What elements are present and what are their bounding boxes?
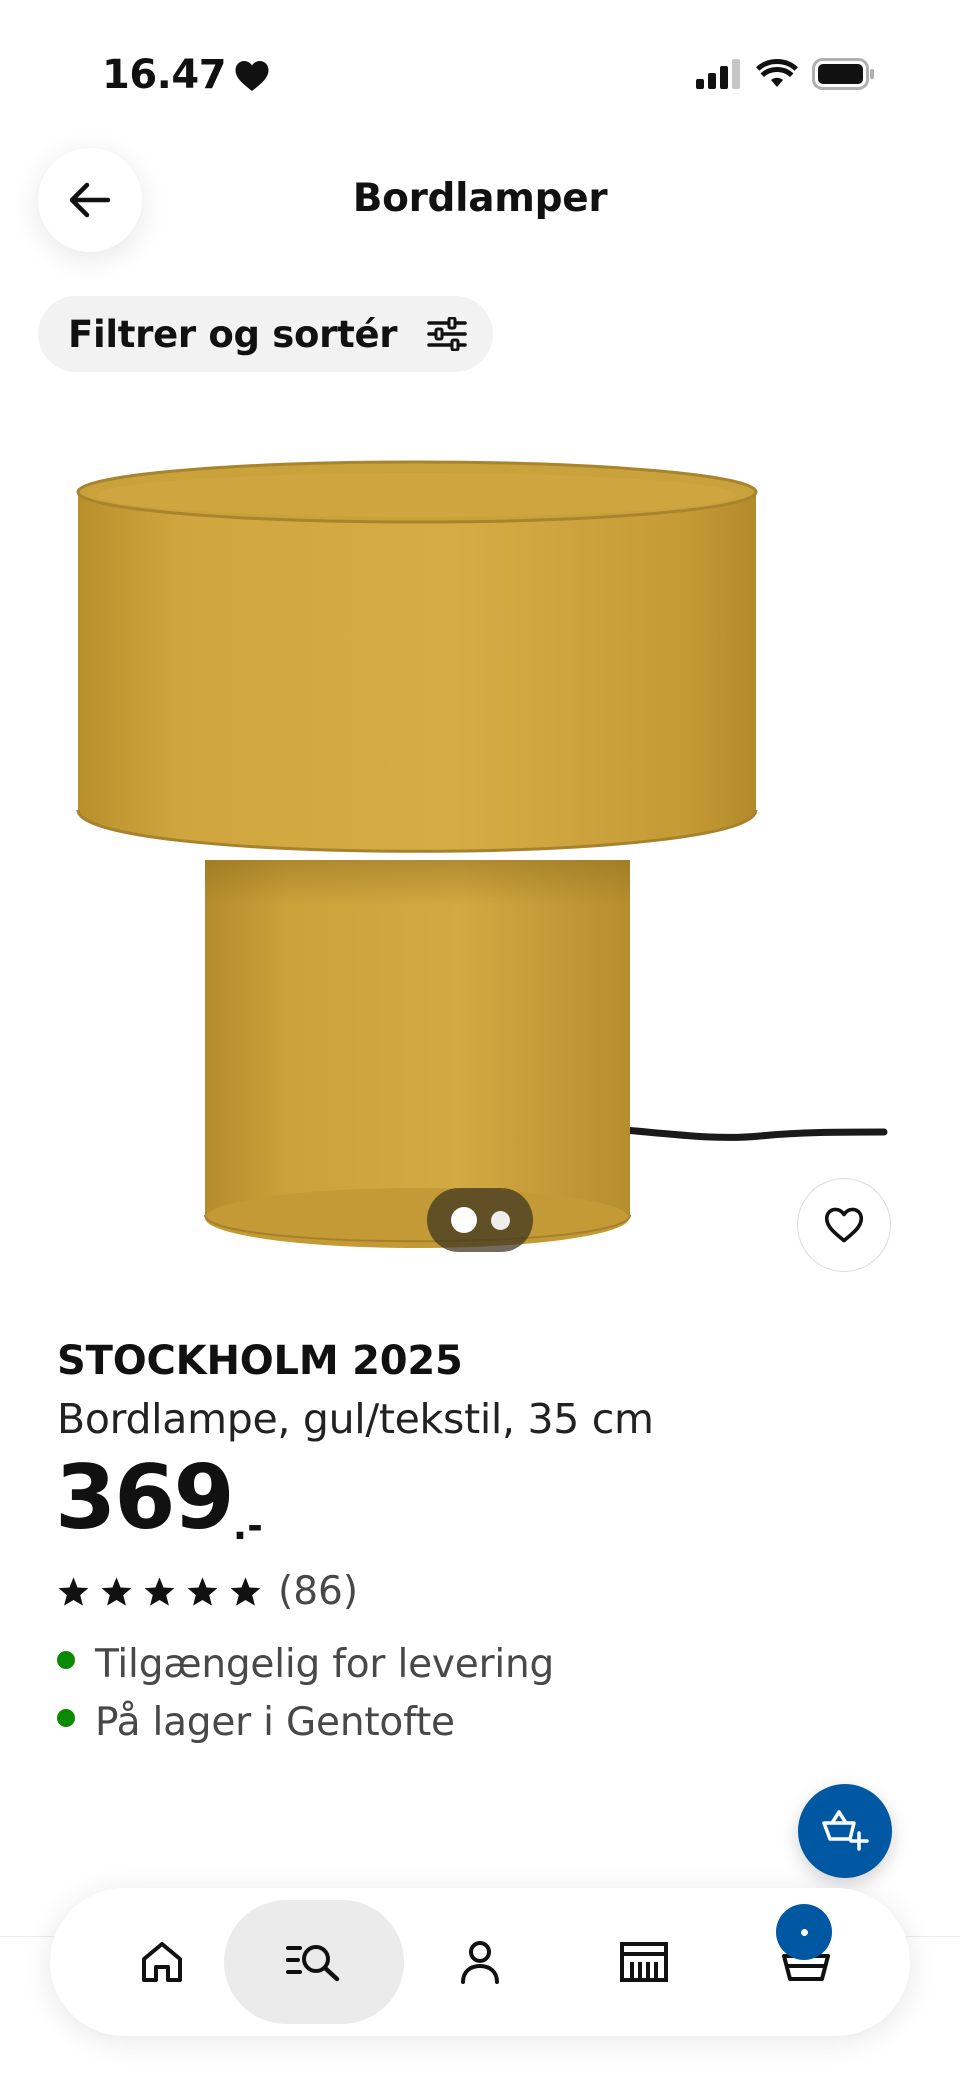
filter-sort-button[interactable]: Filtrer og sortér <box>38 296 494 372</box>
store-stock[interactable]: På lager i Gentofte <box>57 1700 455 1745</box>
filter-sort-label: Filtrer og sortér <box>68 312 398 356</box>
rating-count: (86) <box>278 1569 359 1614</box>
favorite-button[interactable] <box>797 1178 891 1272</box>
status-dot-green <box>57 1650 75 1669</box>
status-bar: 16.47 <box>0 0 960 150</box>
tab-store[interactable] <box>554 1900 734 2024</box>
status-dot-green <box>57 1708 75 1727</box>
delivery-availability: Tilgængelig for levering <box>57 1642 554 1687</box>
table-lamp-image <box>76 460 888 1248</box>
product-rating[interactable]: (86) <box>57 1569 358 1614</box>
status-icons <box>696 58 876 90</box>
add-to-cart-button[interactable] <box>798 1784 892 1878</box>
page-title: Bordlamper <box>352 176 608 221</box>
image-carousel-indicator[interactable] <box>427 1188 533 1252</box>
carousel-dot-active[interactable] <box>450 1207 477 1233</box>
cart-badge <box>776 1904 832 1960</box>
wifi-icon <box>756 59 798 87</box>
tab-profile[interactable] <box>390 1900 570 2024</box>
product-name[interactable]: STOCKHOLM 2025 <box>57 1338 463 1384</box>
price-value: 369 <box>55 1446 235 1549</box>
price-suffix: .- <box>232 1504 263 1548</box>
product-price: 369 .- <box>55 1446 263 1549</box>
star-icon <box>101 1577 132 1606</box>
rating-stars <box>57 1576 262 1607</box>
cart-badge-dot <box>800 1928 808 1936</box>
bottom-tab-bar <box>50 1888 910 2036</box>
battery-icon <box>812 58 874 90</box>
star-icon <box>187 1577 218 1606</box>
signal-icon <box>696 59 740 89</box>
star-icon <box>230 1577 261 1606</box>
top-navigation: Bordlamper <box>0 140 960 260</box>
star-icon <box>144 1577 175 1606</box>
availability-text: Tilgængelig for levering <box>95 1642 555 1687</box>
sliders-icon <box>427 317 467 351</box>
star-icon <box>58 1577 89 1606</box>
home-icon <box>142 1942 182 1982</box>
carousel-dot[interactable] <box>490 1210 510 1230</box>
heart-icon <box>235 61 269 91</box>
product-image[interactable] <box>0 420 960 1280</box>
search-list-icon <box>286 1945 340 1982</box>
cart-add-icon <box>822 1810 869 1851</box>
profile-icon <box>461 1941 499 1984</box>
heart-outline-icon <box>824 1207 864 1243</box>
clock-text: 16.47 <box>102 52 227 98</box>
product-description: Bordlampe, gul/tekstil, 35 cm <box>57 1395 654 1443</box>
tab-search[interactable] <box>224 1900 404 2024</box>
status-time: 16.47 <box>102 52 270 98</box>
store-icon <box>620 1942 668 1982</box>
store-stock-text: På lager i Gentofte <box>95 1700 455 1745</box>
